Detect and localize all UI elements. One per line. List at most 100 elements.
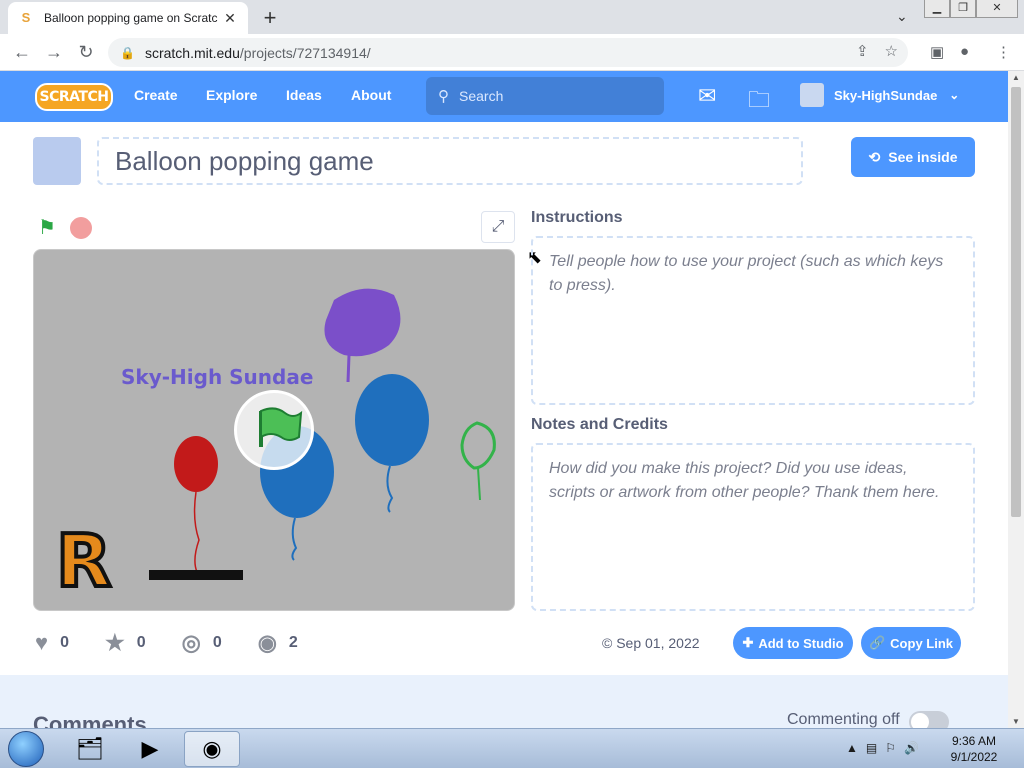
remix-count: 0 [212,634,222,651]
star-icon: ★ [104,630,125,655]
page-scrollbar[interactable]: ▲ ▼ [1008,71,1024,728]
url-path: /projects/727134914/ [239,44,371,61]
heart-icon: ♥ [35,630,49,655]
messages-envelope-icon[interactable]: ✉ [698,83,716,109]
eye-icon: ◉ [257,630,277,655]
browser-tab[interactable]: S Balloon popping game on Scratc ✕ [8,2,248,34]
project-author-avatar[interactable] [33,137,81,185]
nav-ideas[interactable]: Ideas [286,87,322,103]
clock-date: 9/1/2022 [950,750,998,764]
project-title-input[interactable]: Balloon popping game [97,137,803,185]
minimize-button[interactable]: ▁ [924,0,950,18]
project-stats: ♥ 0 ★ 0 ◎ 0 ◉ 2 [35,630,334,656]
project-stage[interactable]: R Sky-High Sundae [33,249,515,611]
green-flag-play-icon [259,407,303,447]
copy-link-button[interactable]: 🔗 Copy Link [861,627,961,659]
account-menu[interactable]: Sky-HighSundae ⌄ [800,83,959,107]
notes-heading: Notes and Credits [531,416,668,433]
green-balloon [460,421,496,470]
lock-icon: 🔒 [120,45,135,60]
remix-spiral-icon: ◎ [181,630,201,655]
search-input[interactable]: ⚲ Search [426,77,664,115]
play-overlay-button[interactable] [234,390,314,470]
avatar [800,83,824,107]
my-stuff-folder-icon[interactable]: 🗀 [748,83,770,121]
back-arrow-icon[interactable]: ← [12,42,32,63]
stop-sign-icon[interactable] [70,217,92,239]
windows-taskbar: 🗂 ▶ ◉ ▲ ▤ ⚐ 🔊 9:36 AM 9/1/2022 [0,728,1024,768]
stage-title-text: Sky-High Sundae [121,365,314,389]
action-center-flag-icon[interactable]: ⚐ [885,741,896,755]
tab-search-chevron-icon[interactable]: ⌄ [896,8,908,25]
chrome-icon[interactable]: ◉ [184,731,240,767]
scratch-favicon-icon: S [21,10,31,25]
scrollbar-thumb[interactable] [1011,87,1021,517]
search-icon: ⚲ [438,88,449,105]
fullscreen-button[interactable]: ⤢ [481,211,515,243]
see-inside-label: See inside [888,149,958,165]
chevron-down-icon: ⌄ [949,88,960,102]
show-hidden-icons-icon[interactable]: ▲ [846,741,858,755]
system-tray: ▲ ▤ ⚐ 🔊 [846,741,919,755]
nav-explore[interactable]: Explore [206,87,257,103]
media-player-icon[interactable]: ▶ [122,731,178,767]
purple-balloon [324,288,401,357]
view-count: 2 [288,634,298,651]
score-bar [149,570,243,580]
new-tab-button[interactable]: + [258,5,282,31]
reload-icon[interactable]: ↻ [76,42,96,63]
instructions-textarea[interactable]: Tell people how to use your project (suc… [531,236,975,405]
address-toolbar: ← → ↻ 🔒 scratch.mit.edu/projects/7271349… [0,34,1024,71]
share-icon[interactable]: ⇪ [856,42,869,60]
scratch-logo[interactable]: SCRATCH [35,83,113,111]
browser-tab-bar: S Balloon popping game on Scratc ✕ + ⌄ ▁… [0,0,1024,34]
restore-button[interactable]: ❐ [950,0,976,18]
url-bar[interactable]: 🔒 scratch.mit.edu/projects/727134914/ ⇪ … [108,38,908,67]
scroll-up-arrow-icon[interactable]: ▲ [1012,73,1020,82]
link-icon: 🔗 [868,635,886,650]
taskbar-clock[interactable]: 9:36 AM 9/1/2022 [944,733,1004,765]
project-date: © Sep 01, 2022 [602,635,700,651]
remix-stat: ◎ 0 [182,630,222,656]
favorite-stat[interactable]: ★ 0 [105,630,146,656]
nav-about[interactable]: About [351,87,391,103]
url-host: scratch.mit.edu [144,44,240,61]
tab-title: Balloon popping game on Scratc [44,11,218,25]
notes-textarea[interactable]: How did you make this project? Did you u… [531,443,975,611]
add-to-studio-label: Add to Studio [758,635,844,651]
bookmark-star-icon[interactable]: ☆ [885,42,898,60]
username: Sky-HighSundae [834,87,938,103]
clock-time: 9:36 AM [951,734,997,748]
love-count: 0 [60,634,69,651]
scroll-down-arrow-icon[interactable]: ▼ [1012,717,1020,726]
blue-balloon-large [355,374,429,466]
view-stat: ◉ 2 [258,630,298,656]
favorite-count: 0 [136,634,146,651]
close-tab-icon[interactable]: ✕ [222,10,238,27]
see-inside-button[interactable]: ⟲ See inside [851,137,975,177]
browser-menu-icon[interactable]: ⋮ [996,43,1011,61]
commenting-status: Commenting off [787,711,900,728]
close-window-button[interactable]: ✕ [976,0,1018,18]
search-placeholder: Search [459,88,504,104]
profile-icon[interactable]: ● [960,43,969,60]
red-balloon [174,436,218,492]
copy-link-label: Copy Link [890,635,954,651]
volume-icon[interactable]: 🔊 [904,741,919,755]
remix-arrows-icon: ⟲ [868,148,881,165]
file-explorer-icon[interactable]: 🗂 [62,731,118,767]
scratch-navbar: SCRATCH Create Explore Ideas About ⚲ Sea… [0,71,1008,122]
plus-icon: ✚ [742,635,754,650]
love-stat[interactable]: ♥ 0 [35,630,69,656]
letter-r-sprite: R [56,519,111,603]
green-flag-icon[interactable]: ⚑ [38,215,56,240]
nav-create[interactable]: Create [134,87,178,103]
side-panel-icon[interactable]: ▣ [930,43,944,61]
forward-arrow-icon[interactable]: → [44,42,64,63]
start-button[interactable] [8,731,44,767]
add-to-studio-button[interactable]: ✚ Add to Studio [733,627,853,659]
network-icon[interactable]: ▤ [866,741,877,755]
instructions-heading: Instructions [531,209,623,226]
date-text: Sep 01, 2022 [616,635,700,651]
window-controls: ▁ ❐ ✕ [924,0,1018,18]
